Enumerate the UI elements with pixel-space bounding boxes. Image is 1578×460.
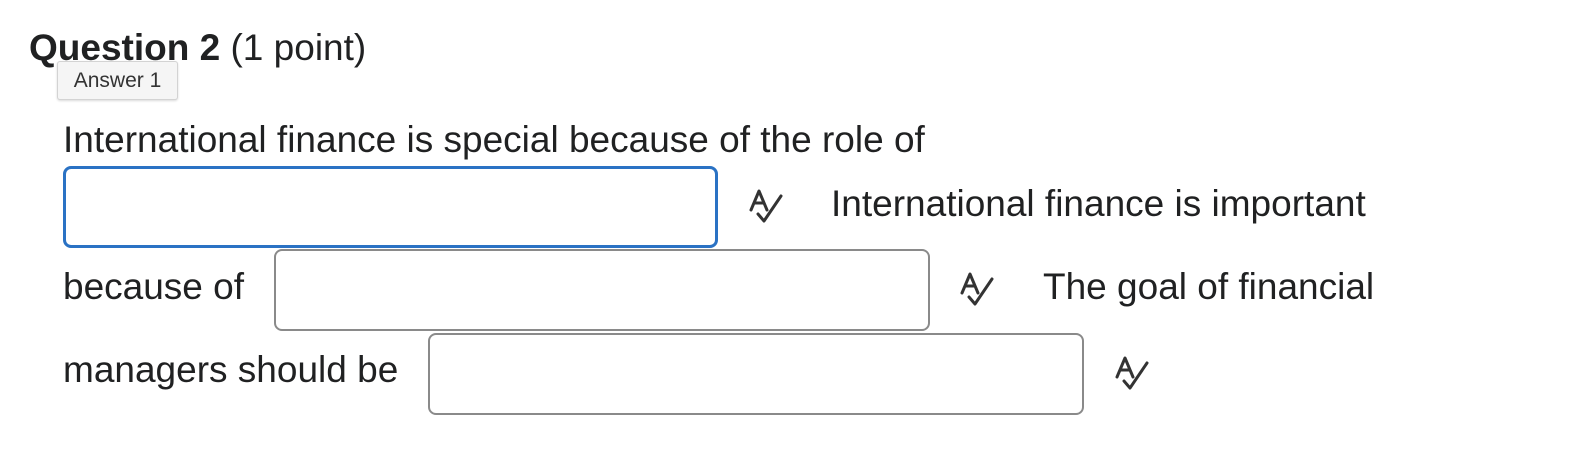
spell-check-icon[interactable] xyxy=(745,186,785,226)
spell-check-icon[interactable] xyxy=(1111,353,1151,393)
answer-3-input[interactable] xyxy=(428,333,1084,415)
sentence-2-text-part2: because of xyxy=(63,266,245,307)
sentence-2-text-part1: International finance is important xyxy=(831,183,1366,224)
spell-check-icon[interactable] xyxy=(956,269,996,309)
answer-2-input[interactable] xyxy=(274,249,930,331)
question-points: (1 point) xyxy=(230,27,367,68)
sentence-3-text-part2: managers should be xyxy=(63,349,399,390)
sentence-1-text: International finance is special because… xyxy=(63,119,925,160)
sentence-3-text-part1: The goal of financial xyxy=(1043,266,1375,307)
answer-tooltip: Answer 1 xyxy=(57,61,178,100)
answer-1-input[interactable] xyxy=(63,166,718,248)
